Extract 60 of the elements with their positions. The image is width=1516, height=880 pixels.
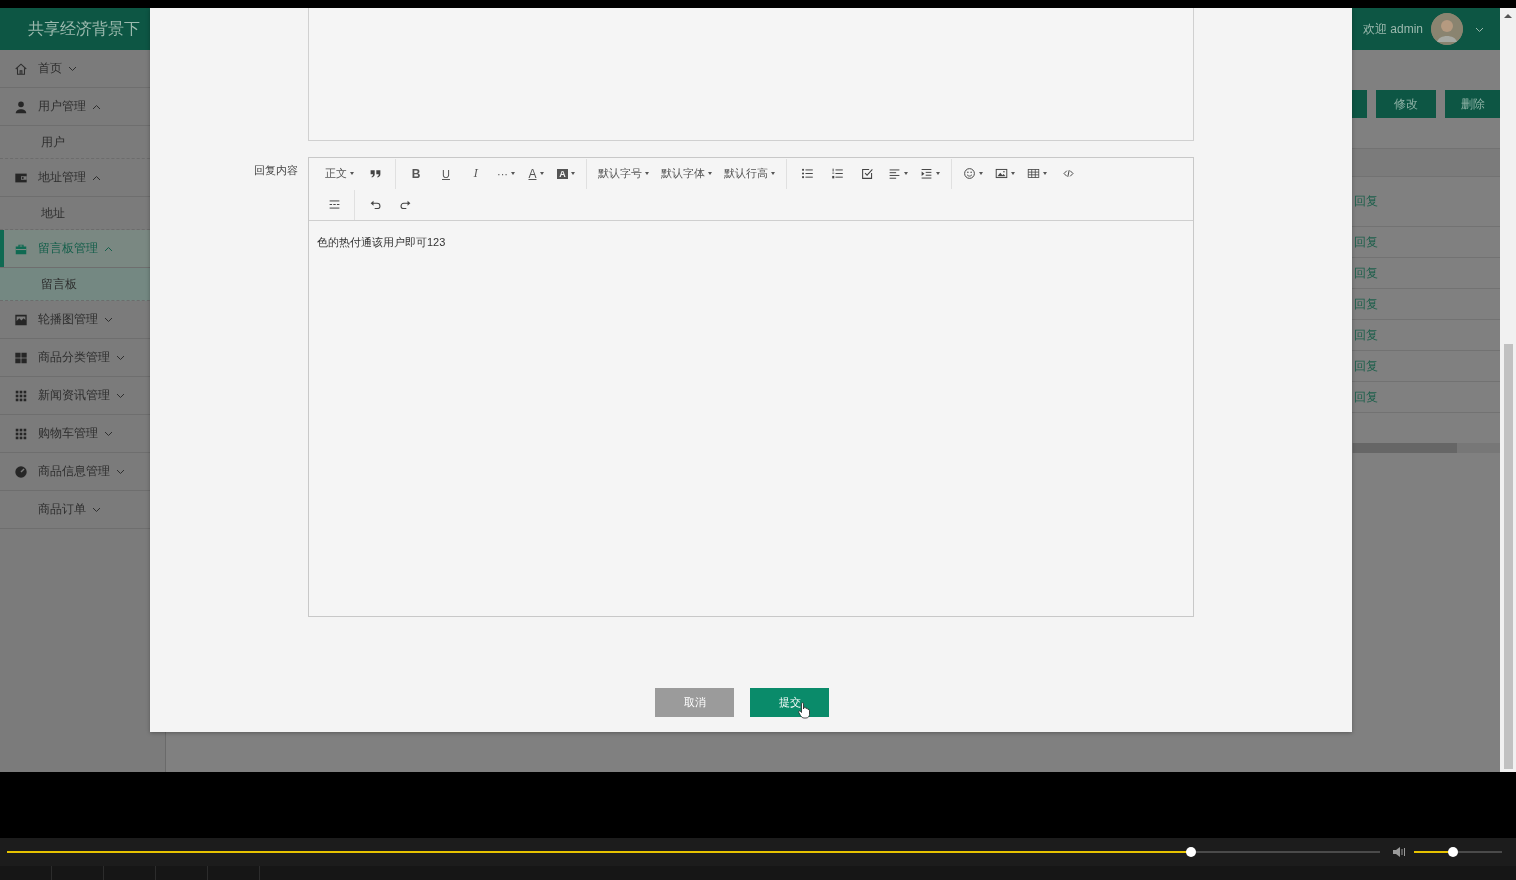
- background-color-button[interactable]: A: [551, 159, 581, 188]
- chevron-up-icon: [92, 174, 101, 181]
- code-icon: [1061, 167, 1075, 180]
- underline-button[interactable]: U: [431, 159, 461, 188]
- divider-icon: [327, 198, 341, 211]
- format-dropdown[interactable]: 默认字体: [655, 159, 718, 188]
- reply-link[interactable]: 回复: [1354, 193, 1378, 210]
- action-button[interactable]: 删除: [1445, 90, 1500, 118]
- italic-button[interactable]: I: [461, 159, 491, 188]
- progress-handle[interactable]: [1185, 847, 1196, 857]
- reply-link[interactable]: 回复: [1354, 264, 1378, 282]
- chevron-up-icon: [92, 103, 101, 110]
- chevron-down-icon: [116, 392, 125, 399]
- chevron-down-icon: [116, 354, 125, 361]
- font-color-button[interactable]: A: [521, 159, 551, 188]
- table-icon: [1027, 167, 1040, 180]
- chevron-down-icon: [104, 316, 113, 323]
- bold-button[interactable]: B: [401, 159, 431, 188]
- chevron-down-icon: [68, 65, 77, 72]
- app-title: 共享经济背景下: [28, 18, 140, 39]
- reply-link[interactable]: 回复: [1354, 295, 1378, 313]
- chevron-down-icon: [104, 430, 113, 437]
- grid-icon: [14, 350, 28, 365]
- numbered-list-icon: [830, 167, 844, 180]
- welcome-text: 欢迎 admin: [1362, 20, 1423, 38]
- dots-grid-icon: [14, 388, 28, 403]
- bullet-list-icon: [800, 167, 814, 180]
- gauge-icon: [14, 464, 28, 479]
- reply-link[interactable]: 回复: [1354, 388, 1378, 406]
- action-button[interactable]: 修改: [1376, 90, 1436, 118]
- format-dropdown[interactable]: 正文: [319, 159, 360, 188]
- indent-icon: [920, 167, 933, 180]
- home-icon: [14, 61, 28, 76]
- more-button[interactable]: ···: [491, 159, 521, 188]
- quote-icon: [368, 167, 382, 180]
- image-icon: [995, 167, 1008, 180]
- picture-frame-icon: [14, 312, 28, 327]
- avatar-icon[interactable]: [1431, 13, 1463, 45]
- editor-text[interactable]: 色的热付通该用户即可123: [309, 221, 1193, 616]
- scrollbar[interactable]: [1500, 8, 1516, 772]
- align-left-icon: [888, 167, 901, 180]
- reply-link[interactable]: 回复: [1354, 326, 1378, 344]
- volume-handle[interactable]: [1447, 847, 1458, 857]
- format-dropdown[interactable]: 默认行高: [718, 159, 781, 188]
- submit-button[interactable]: 提交: [750, 688, 829, 717]
- scroll-up-icon[interactable]: [1504, 13, 1512, 19]
- chevron-up-icon: [104, 245, 113, 252]
- format-dropdown[interactable]: 默认字号: [592, 159, 655, 188]
- field-label: 回复内容: [253, 163, 298, 178]
- chevron-down-icon: [116, 468, 125, 475]
- reply-link[interactable]: 回复: [1354, 233, 1378, 251]
- chevron-down-icon: [92, 506, 101, 513]
- smiley-icon: [963, 167, 976, 180]
- volume-icon[interactable]: [1392, 846, 1408, 858]
- dots-grid-icon: [14, 426, 28, 441]
- reply-link[interactable]: 回复: [1354, 357, 1378, 375]
- user-icon: [14, 99, 28, 114]
- chevron-down-icon: [1475, 27, 1484, 33]
- checkbox-icon: [860, 167, 874, 180]
- cancel-button[interactable]: 取消: [655, 688, 734, 717]
